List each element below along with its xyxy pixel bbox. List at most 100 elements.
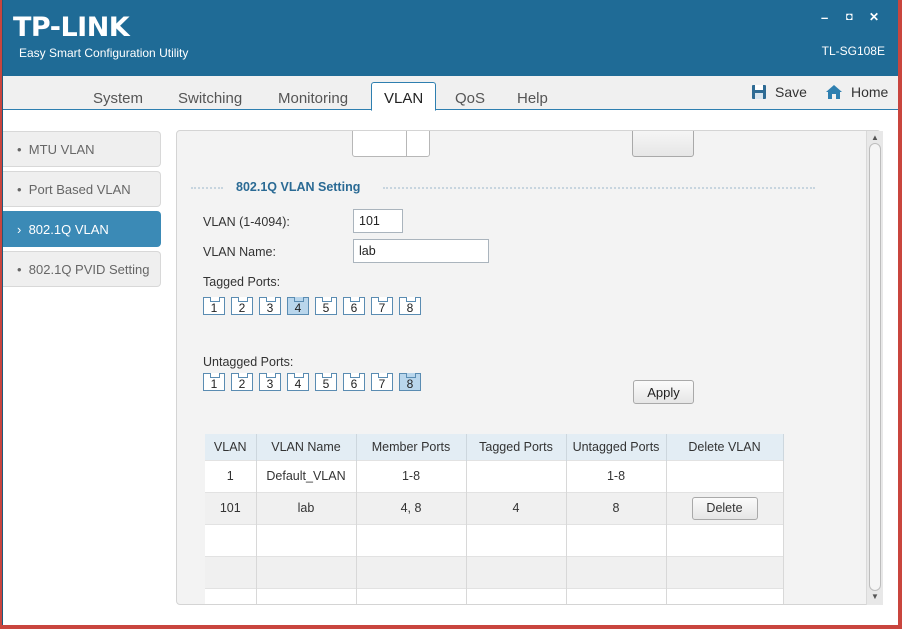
table-cell xyxy=(566,555,667,588)
table-cell xyxy=(205,523,257,556)
tab-help[interactable]: Help xyxy=(517,90,548,107)
tab-vlan[interactable]: VLAN xyxy=(371,82,437,111)
table-cell xyxy=(256,587,357,604)
vertical-scrollbar[interactable]: ▲ ▼ xyxy=(866,131,883,605)
content-panel: 802.1Q VLAN Setting VLAN (1-4094): 101 V… xyxy=(176,130,881,605)
untagged-port-7[interactable]: 7 xyxy=(371,373,393,391)
main-tab-bar: System Switching Monitoring VLAN QoS Hel… xyxy=(3,76,898,111)
title-bar: TP-LINK Easy Smart Configuration Utility… xyxy=(3,0,898,76)
untagged-port-5[interactable]: 5 xyxy=(315,373,337,391)
tagged-port-8[interactable]: 8 xyxy=(399,297,421,315)
table-row xyxy=(205,555,784,588)
table-cell: Default_VLAN xyxy=(256,459,357,492)
scroll-up-icon[interactable]: ▲ xyxy=(870,133,880,143)
tagged-port-7[interactable]: 7 xyxy=(371,297,393,315)
bullet-icon: • xyxy=(17,142,22,157)
tagged-port-1[interactable]: 1 xyxy=(203,297,225,315)
table-cell xyxy=(256,523,357,556)
table-cell: 4, 8 xyxy=(356,491,467,524)
table-cell xyxy=(466,555,567,588)
close-button[interactable]: ✕ xyxy=(869,10,879,24)
table-cell: 1-8 xyxy=(566,459,667,492)
column-header: Untagged Ports xyxy=(566,434,667,460)
table-cell xyxy=(466,459,567,492)
sidebar-item-8021q-pvid-setting[interactable]: • 802.1Q PVID Setting xyxy=(3,251,161,287)
sidebar-item-label: 802.1Q PVID Setting xyxy=(28,262,150,277)
bullet-icon: • xyxy=(17,182,22,197)
tagged-port-2[interactable]: 2 xyxy=(231,297,253,315)
untagged-ports-label: Untagged Ports: xyxy=(203,355,294,369)
sidebar-item-label: MTU VLAN xyxy=(28,142,95,157)
floppy-disk-icon xyxy=(752,85,766,99)
table-cell xyxy=(566,587,667,604)
sidebar-item-port-based-vlan[interactable]: • Port Based VLAN xyxy=(3,171,161,207)
scrolled-off-button[interactable] xyxy=(632,131,694,157)
untagged-port-2[interactable]: 2 xyxy=(231,373,253,391)
tab-monitoring[interactable]: Monitoring xyxy=(278,90,348,107)
table-cell xyxy=(666,459,784,492)
table-cell: 101 xyxy=(205,491,257,524)
scroll-thumb[interactable] xyxy=(869,143,881,591)
table-cell: 1 xyxy=(205,459,257,492)
home-icon xyxy=(826,85,842,99)
vlan-name-input[interactable]: lab xyxy=(353,239,489,263)
tagged-port-5[interactable]: 5 xyxy=(315,297,337,315)
tagged-port-3[interactable]: 3 xyxy=(259,297,281,315)
section-title: 802.1Q VLAN Setting xyxy=(236,180,361,194)
table-cell xyxy=(666,555,784,588)
tab-switching[interactable]: Switching xyxy=(178,90,242,107)
table-cell xyxy=(466,587,567,604)
table-cell xyxy=(666,587,784,604)
untagged-port-4[interactable]: 4 xyxy=(287,373,309,391)
vlan-table: VLAN VLAN Name Member Ports Tagged Ports… xyxy=(205,434,784,604)
sidebar-item-8021q-vlan[interactable]: › 802.1Q VLAN xyxy=(3,211,161,247)
maximize-button[interactable]: ◘ xyxy=(846,11,853,23)
scroll-down-icon[interactable]: ▼ xyxy=(870,592,880,602)
sidebar-item-label: 802.1Q VLAN xyxy=(28,222,109,237)
table-cell xyxy=(566,523,667,556)
table-cell: 4 xyxy=(466,491,567,524)
vlan-id-label: VLAN (1-4094): xyxy=(203,215,290,229)
table-cell xyxy=(205,587,257,604)
table-cell xyxy=(205,555,257,588)
tagged-port-6[interactable]: 6 xyxy=(343,297,365,315)
divider xyxy=(191,187,223,189)
vlan-id-input[interactable]: 101 xyxy=(353,209,403,233)
column-header: Member Ports xyxy=(356,434,467,460)
tagged-ports-label: Tagged Ports: xyxy=(203,275,281,289)
divider xyxy=(383,187,815,189)
vlan-name-label: VLAN Name: xyxy=(203,245,276,259)
table-cell xyxy=(466,523,567,556)
save-button[interactable]: Save xyxy=(751,84,807,100)
apply-button[interactable]: Apply xyxy=(633,380,694,404)
tagged-port-4[interactable]: 4 xyxy=(287,297,309,315)
untagged-port-1[interactable]: 1 xyxy=(203,373,225,391)
column-header: Tagged Ports xyxy=(466,434,567,460)
table-cell xyxy=(356,523,467,556)
divider xyxy=(406,131,407,157)
delete-button[interactable]: Delete xyxy=(691,496,758,520)
column-header: Delete VLAN xyxy=(666,434,784,460)
table-cell xyxy=(356,587,467,604)
bullet-icon: • xyxy=(17,262,22,277)
tab-system[interactable]: System xyxy=(93,90,143,107)
table-cell xyxy=(256,555,357,588)
table-cell: 8 xyxy=(566,491,667,524)
home-button[interactable]: Home xyxy=(825,84,888,100)
device-model: TL-SG108E xyxy=(821,44,885,58)
table-cell xyxy=(666,523,784,556)
untagged-port-8[interactable]: 8 xyxy=(399,373,421,391)
minimize-button[interactable]: – xyxy=(821,10,828,25)
sidebar-item-mtu-vlan[interactable]: • MTU VLAN xyxy=(3,131,161,167)
table-row: 101 lab 4, 8 4 8 Delete xyxy=(205,491,784,524)
untagged-port-6[interactable]: 6 xyxy=(343,373,365,391)
tp-link-logo: TP-LINK xyxy=(13,12,130,43)
table-row xyxy=(205,523,784,556)
table-cell xyxy=(356,555,467,588)
tab-qos[interactable]: QoS xyxy=(455,90,485,107)
table-cell: Delete xyxy=(666,491,784,524)
save-label: Save xyxy=(775,84,807,100)
sidebar-item-label: Port Based VLAN xyxy=(28,182,131,197)
untagged-port-3[interactable]: 3 xyxy=(259,373,281,391)
column-header: VLAN Name xyxy=(256,434,357,460)
